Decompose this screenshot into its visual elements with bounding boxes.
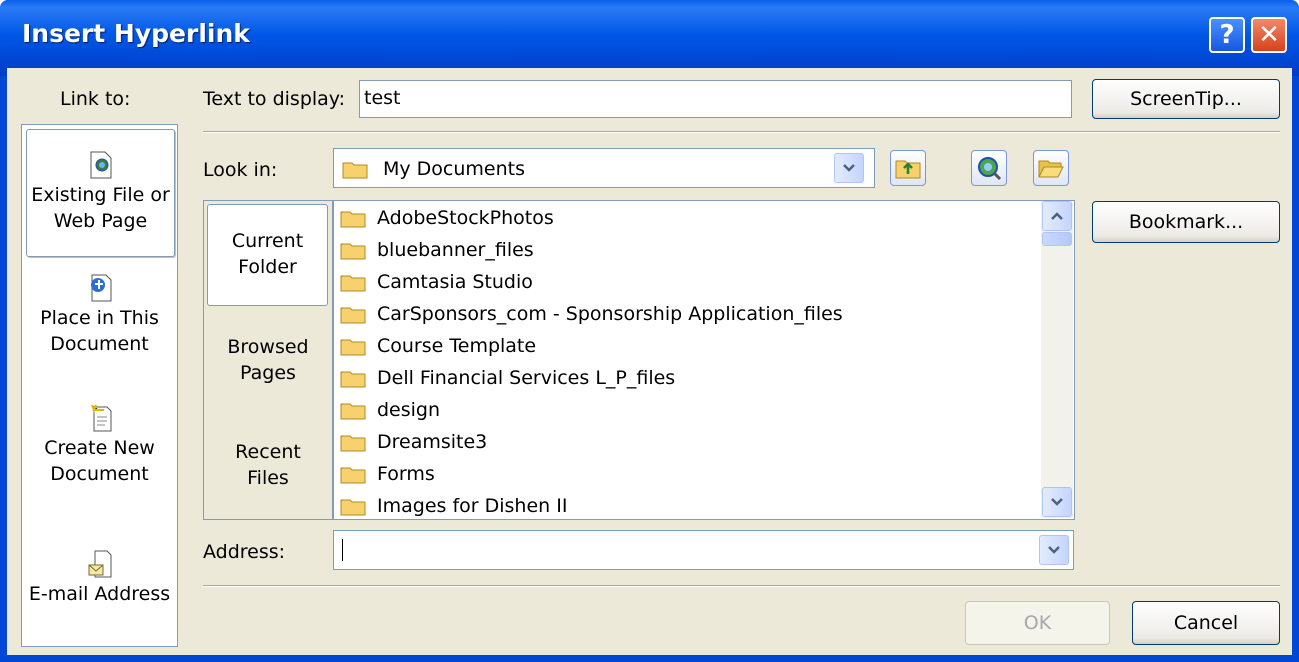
screentip-button[interactable]: ScreenTip... [1092, 79, 1280, 119]
list-item[interactable]: design [340, 394, 440, 426]
file-list[interactable]: AdobeStockPhotos bluebanner_files Camtas… [333, 200, 1075, 520]
link-email-address[interactable]: E-mail Address [22, 549, 177, 607]
look-in-dropdown-arrow[interactable] [834, 153, 864, 183]
file-name: CarSponsors_com - Sponsorship Applicatio… [377, 303, 843, 325]
bottom-separator [203, 585, 1280, 587]
title-bar[interactable]: Insert Hyperlink ? ✕ [0, 0, 1299, 76]
scroll-thumb[interactable] [1042, 232, 1072, 246]
dialog-body: Link to: Existing File or Web Page Place… [7, 68, 1292, 655]
file-name: bluebanner_files [377, 239, 534, 261]
list-item[interactable]: Camtasia Studio [340, 266, 533, 298]
file-list-scrollbar[interactable] [1041, 201, 1073, 518]
list-item[interactable]: bluebanner_files [340, 234, 534, 266]
folder-icon [340, 467, 366, 484]
text-to-display-label: Text to display: [203, 88, 346, 110]
list-item[interactable]: Dreamsite3 [340, 426, 487, 458]
look-in-dropdown[interactable]: My Documents [333, 148, 875, 188]
folder-icon [342, 162, 368, 179]
chevron-down-icon [1048, 546, 1060, 554]
folder-icon [340, 243, 366, 260]
recent-files-line1: Recent [235, 441, 301, 463]
file-name: Dell Financial Services L_P_files [377, 367, 676, 389]
folder-icon [340, 275, 366, 292]
link-place-in-document[interactable]: Place in This Document [22, 273, 177, 357]
cancel-button[interactable]: Cancel [1132, 601, 1280, 645]
folder-icon [340, 371, 366, 388]
file-name: Images for Dishen II [377, 495, 568, 517]
current-folder-line2: Folder [238, 256, 297, 278]
folder-icon [340, 435, 366, 452]
bookmark-button[interactable]: Bookmark... [1092, 201, 1280, 243]
close-button[interactable]: ✕ [1251, 17, 1287, 53]
chevron-down-icon [1051, 498, 1063, 506]
current-folder-tab[interactable]: Current Folder [207, 204, 328, 306]
list-item[interactable]: Dell Financial Services L_P_files [340, 362, 675, 394]
link-existing-file[interactable]: Existing File or Web Page [26, 129, 175, 257]
recent-files-line2: Files [247, 467, 289, 489]
link-place-line1: Place in This [40, 307, 159, 329]
folder-icon [340, 211, 366, 228]
link-existing-line1: Existing File or [31, 184, 170, 206]
address-dropdown-arrow[interactable] [1039, 535, 1069, 565]
up-one-folder-button[interactable] [890, 150, 926, 186]
link-existing-line2: Web Page [53, 210, 148, 232]
file-name: AdobeStockPhotos [377, 207, 554, 229]
browsed-pages-line1: Browsed [227, 336, 309, 358]
list-item[interactable]: Course Template [340, 330, 536, 362]
look-in-sections: Current Folder Browsed Pages Recent File… [203, 200, 333, 520]
ok-button[interactable]: OK [965, 601, 1110, 645]
top-separator [203, 131, 1280, 133]
email-address-icon [88, 550, 111, 578]
current-folder-line1: Current [231, 230, 304, 252]
create-new-document-icon [90, 404, 111, 432]
look-in-label: Look in: [203, 159, 278, 181]
insert-hyperlink-dialog: Insert Hyperlink ? ✕ Link to: Existing F… [0, 0, 1299, 662]
look-in-value: My Documents [383, 158, 526, 180]
link-to-bar: Existing File or Web Page Place in This … [21, 124, 178, 647]
text-to-display-input[interactable]: test [359, 80, 1072, 118]
file-name: design [377, 399, 441, 421]
browsed-pages-line2: Pages [240, 362, 296, 384]
link-create-line2: Document [50, 463, 149, 485]
link-to-label: Link to: [60, 88, 131, 110]
address-label: Address: [203, 541, 286, 563]
address-input[interactable] [333, 530, 1074, 570]
help-button[interactable]: ? [1209, 17, 1245, 53]
scroll-up-button[interactable] [1042, 201, 1072, 231]
folder-icon [340, 307, 366, 324]
browse-web-button[interactable] [971, 150, 1007, 186]
list-item[interactable]: CarSponsors_com - Sponsorship Applicatio… [340, 298, 843, 330]
existing-file-icon [90, 151, 111, 179]
recent-files-tab[interactable]: Recent Files [204, 439, 332, 491]
file-name: Course Template [377, 335, 537, 357]
chevron-down-icon [843, 164, 855, 172]
list-item[interactable]: Forms [340, 458, 435, 490]
file-name: Camtasia Studio [377, 271, 533, 293]
browsed-pages-tab[interactable]: Browsed Pages [204, 334, 332, 386]
list-item[interactable]: AdobeStockPhotos [340, 202, 554, 234]
link-place-line2: Document [50, 333, 149, 355]
place-in-document-icon [90, 274, 111, 302]
link-create-line1: Create New [44, 437, 155, 459]
list-item[interactable]: Images for Dishen II [340, 490, 568, 519]
file-name: Forms [377, 463, 435, 485]
folder-icon [340, 499, 366, 516]
globe-search-icon [978, 157, 1002, 181]
folder-icon [340, 339, 366, 356]
folder-icon [340, 403, 366, 420]
chevron-up-icon [1051, 212, 1063, 220]
file-name: Dreamsite3 [377, 431, 488, 453]
link-email-line1: E-mail Address [28, 583, 171, 605]
up-folder-icon [895, 160, 921, 179]
scroll-down-button[interactable] [1042, 487, 1072, 517]
text-cursor [342, 539, 343, 561]
link-create-new-document[interactable]: Create New Document [22, 403, 177, 487]
open-folder-icon [1038, 160, 1064, 178]
browse-file-button[interactable] [1033, 150, 1069, 186]
dialog-title: Insert Hyperlink [22, 19, 250, 48]
